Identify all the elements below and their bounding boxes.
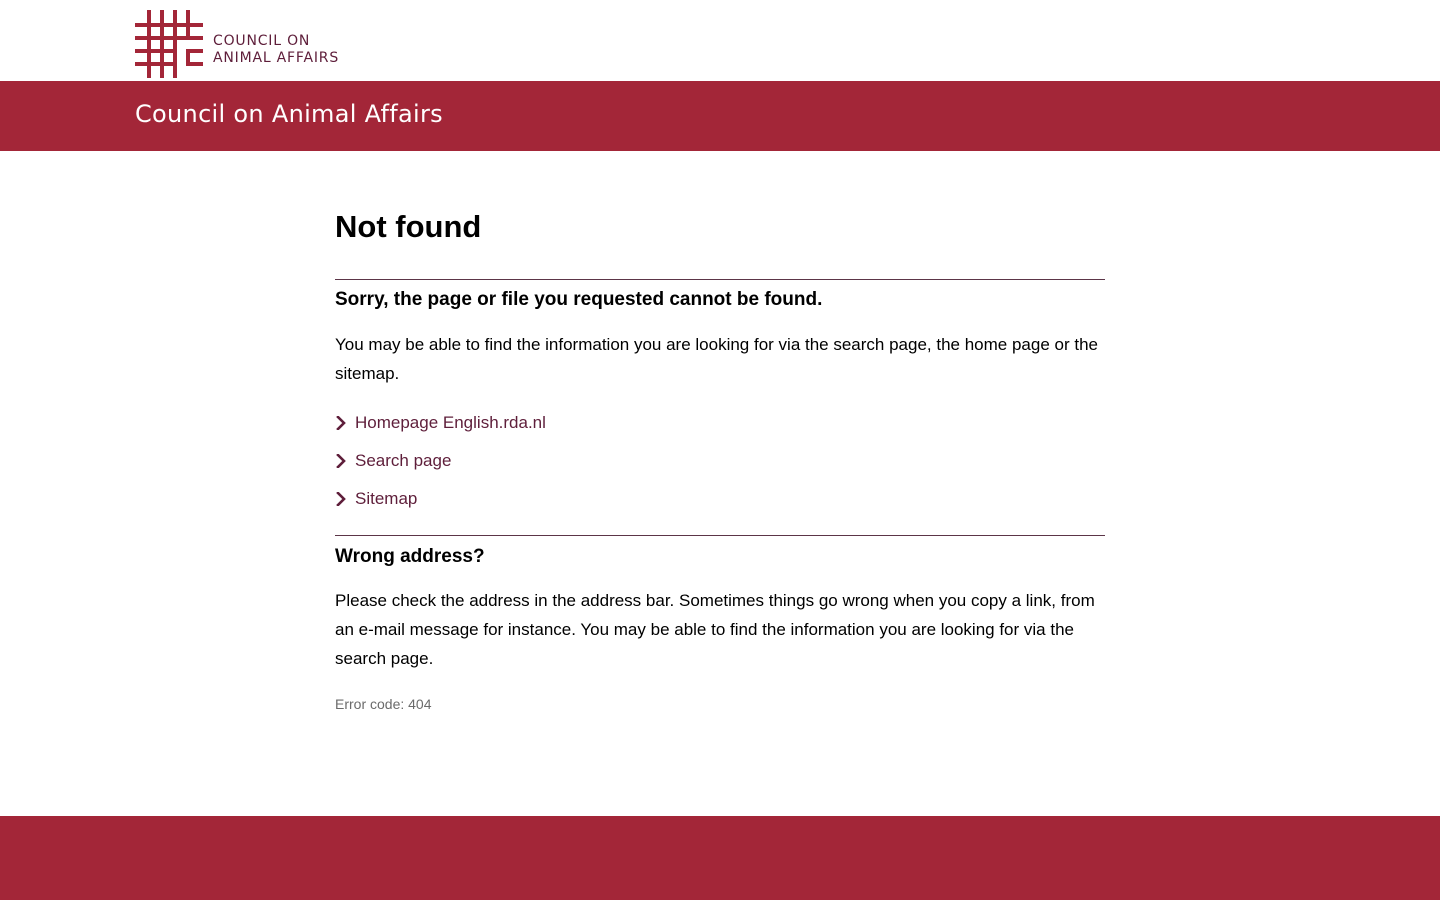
chevron-right-icon: [336, 492, 346, 506]
link-item-search: Search page: [335, 446, 546, 484]
error-code: Error code: 404: [335, 696, 432, 712]
logo-line-1: COUNCIL ON: [213, 33, 311, 49]
site-footer: [0, 816, 1440, 900]
help-links-list: Homepage English.rda.nl Search page Site…: [335, 408, 546, 522]
divider: [335, 535, 1105, 536]
banner-title: Council on Animal Affairs: [135, 100, 443, 128]
logo-line-2: ANIMAL AFFAIRS: [213, 50, 340, 66]
council-logo-icon: [135, 10, 203, 78]
chevron-right-icon: [336, 416, 346, 430]
search-page-link[interactable]: Search page: [355, 451, 451, 470]
wrong-address-heading: Wrong address?: [335, 546, 485, 567]
not-found-text: You may be able to find the information …: [335, 335, 1098, 383]
divider: [335, 279, 1105, 280]
logo-wordmark: COUNCIL ON ANIMAL AFFAIRS: [213, 33, 339, 67]
link-item-sitemap: Sitemap: [335, 484, 546, 522]
site-banner: Council on Animal Affairs: [0, 81, 1440, 151]
chevron-right-icon: [336, 454, 346, 468]
link-item-homepage: Homepage English.rda.nl: [335, 408, 546, 446]
top-header: COUNCIL ON ANIMAL AFFAIRS: [0, 0, 1440, 81]
site-logo[interactable]: COUNCIL ON ANIMAL AFFAIRS: [135, 10, 355, 80]
homepage-link[interactable]: Homepage English.rda.nl: [355, 413, 546, 432]
sitemap-link[interactable]: Sitemap: [355, 489, 417, 508]
not-found-heading: Sorry, the page or file you requested ca…: [335, 289, 823, 310]
wrong-address-text: Please check the address in the address …: [335, 591, 1095, 668]
page-title: Not found: [335, 209, 482, 244]
